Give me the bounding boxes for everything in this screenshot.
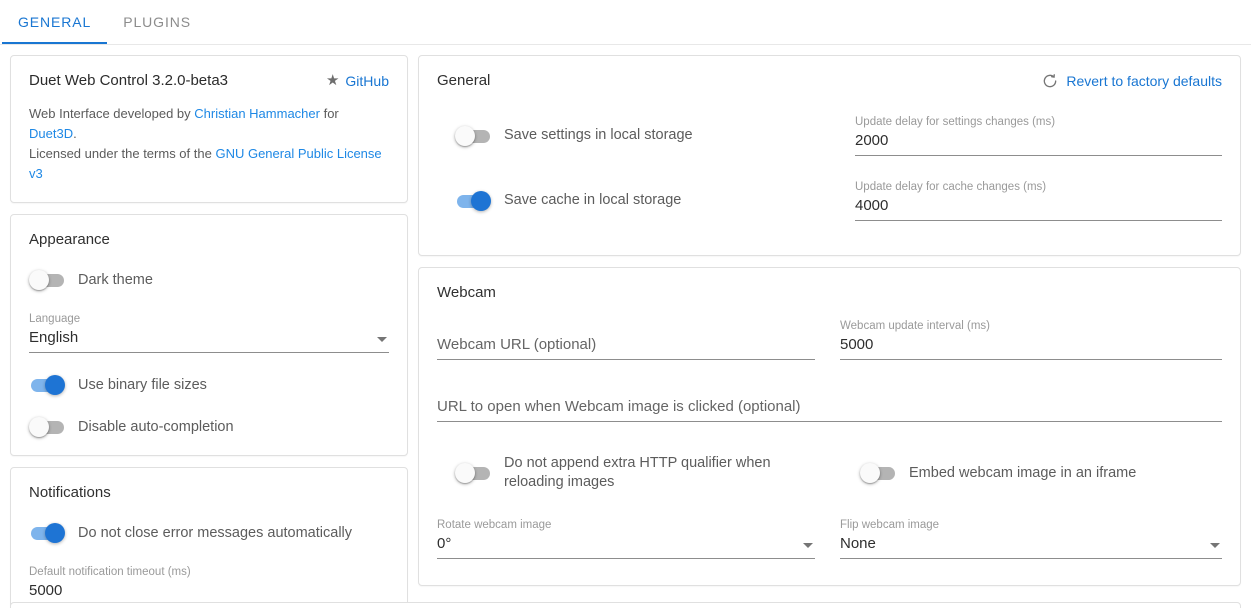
switch-knob [455, 463, 475, 483]
about-line1-suffix: . [73, 126, 77, 141]
settings-delay-field[interactable]: Update delay for settings changes (ms) [855, 115, 1222, 156]
refresh-ccw-icon [1042, 73, 1058, 89]
save-settings-switch[interactable] [455, 125, 491, 146]
github-link-label: GitHub [345, 72, 389, 89]
left-column: Duet Web Control 3.2.0-beta3 ★ GitHub We… [10, 55, 408, 608]
next-card-partial [10, 602, 1241, 608]
rotate-webcam-select[interactable]: Rotate webcam image [437, 518, 815, 559]
tab-plugins[interactable]: PLUGINS [107, 0, 207, 44]
duet3d-link[interactable]: Duet3D [29, 126, 73, 141]
about-header: Duet Web Control 3.2.0-beta3 ★ GitHub [29, 72, 389, 89]
revert-defaults-button[interactable]: Revert to factory defaults [1042, 73, 1222, 89]
flip-webcam-select[interactable]: Flip webcam image [840, 518, 1222, 559]
general-header: General Revert to factory defaults [437, 72, 1222, 89]
switch-knob [29, 417, 49, 437]
binary-sizes-label: Use binary file sizes [78, 376, 207, 393]
switch-knob [471, 190, 491, 211]
star-icon: ★ [325, 72, 340, 89]
general-title: General [437, 72, 491, 89]
christian-hammacher-link[interactable]: Christian Hammacher [194, 106, 320, 121]
about-line2-prefix: Licensed under the terms of the [29, 146, 216, 161]
notifications-title: Notifications [29, 484, 111, 501]
webcam-interval-input[interactable] [840, 336, 1222, 360]
embed-iframe-row[interactable]: Embed webcam image in an iframe [842, 463, 1222, 483]
settings-delay-input[interactable] [855, 132, 1222, 156]
disable-autocomplete-row[interactable]: Disable auto-completion [29, 417, 389, 437]
dark-theme-row[interactable]: Dark theme [29, 270, 389, 290]
rotate-webcam-value[interactable] [437, 535, 815, 559]
tab-bar: GENERAL PLUGINS [0, 0, 1251, 45]
save-cache-label: Save cache in local storage [504, 192, 682, 208]
dark-theme-label: Dark theme [78, 271, 153, 288]
no-http-qualifier-switch[interactable] [455, 463, 491, 483]
webcam-click-url-input[interactable] [437, 398, 1222, 422]
save-settings-row[interactable]: Save settings in local storage [437, 103, 837, 168]
switch-knob [29, 270, 49, 290]
switch-knob [455, 125, 475, 146]
binary-sizes-switch[interactable] [29, 375, 65, 395]
tab-general[interactable]: GENERAL [2, 0, 108, 44]
settings-delay-label: Update delay for settings changes (ms) [855, 116, 1056, 128]
webcam-top-row: Webcam update interval (ms) [437, 319, 1222, 360]
general-grid: Save settings in local storage Update de… [437, 103, 1222, 233]
no-http-qualifier-row[interactable]: Do not append extra HTTP qualifier when … [437, 454, 817, 492]
app-title: Duet Web Control 3.2.0-beta3 [29, 72, 229, 89]
embed-iframe-label: Embed webcam image in an iframe [909, 464, 1137, 481]
webcam-interval-field[interactable]: Webcam update interval (ms) [840, 319, 1222, 360]
webcam-url-field[interactable] [437, 336, 815, 360]
switch-knob [860, 463, 880, 483]
cache-delay-field[interactable]: Update delay for cache changes (ms) [855, 180, 1222, 221]
tab-general-label: GENERAL [18, 14, 92, 30]
about-text: Web Interface developed by Christian Ham… [29, 104, 389, 184]
revert-defaults-label: Revert to factory defaults [1066, 72, 1222, 89]
no-auto-close-label: Do not close error messages automaticall… [78, 524, 353, 541]
appearance-title: Appearance [29, 231, 110, 248]
language-select[interactable]: Language [29, 312, 389, 353]
save-cache-row[interactable]: Save cache in local storage [437, 168, 837, 233]
tab-plugins-label: PLUGINS [123, 14, 191, 30]
no-auto-close-switch[interactable] [29, 523, 65, 543]
notification-timeout-label: Default notification timeout (ms) [29, 566, 191, 578]
about-line1-mid: for [319, 106, 339, 121]
webcam-click-url-field[interactable] [437, 398, 1222, 422]
dark-theme-switch[interactable] [29, 270, 65, 290]
language-value[interactable] [29, 329, 389, 353]
switch-knob [45, 523, 65, 543]
webcam-interval-label: Webcam update interval (ms) [840, 320, 990, 332]
webcam-title: Webcam [437, 284, 496, 301]
no-auto-close-row[interactable]: Do not close error messages automaticall… [29, 523, 389, 543]
save-cache-switch[interactable] [455, 190, 491, 211]
settings-page: Duet Web Control 3.2.0-beta3 ★ GitHub We… [0, 45, 1251, 608]
webcam-url-input[interactable] [437, 336, 815, 360]
flip-webcam-value[interactable] [840, 535, 1222, 559]
binary-sizes-row[interactable]: Use binary file sizes [29, 375, 389, 395]
notification-timeout-field[interactable]: Default notification timeout (ms) [29, 565, 389, 606]
webcam-switch-row: Do not append extra HTTP qualifier when … [437, 454, 1222, 492]
notifications-card: Notifications Do not close error message… [10, 467, 408, 608]
cache-delay-label: Update delay for cache changes (ms) [855, 181, 1047, 193]
embed-iframe-switch[interactable] [860, 463, 896, 483]
about-line1-prefix: Web Interface developed by [29, 106, 195, 121]
webcam-select-row: Rotate webcam image Flip webcam image [437, 518, 1222, 559]
about-card: Duet Web Control 3.2.0-beta3 ★ GitHub We… [10, 55, 408, 203]
disable-autocomplete-label: Disable auto-completion [78, 418, 234, 435]
github-link[interactable]: ★ GitHub [326, 73, 389, 89]
webcam-card: Webcam Webcam update interval (ms) [418, 267, 1241, 586]
no-http-qualifier-label: Do not append extra HTTP qualifier when … [504, 455, 771, 490]
cache-delay-input[interactable] [855, 197, 1222, 221]
appearance-card: Appearance Dark theme Language English U… [10, 214, 408, 456]
rotate-webcam-label: Rotate webcam image [437, 519, 552, 531]
disable-autocomplete-switch[interactable] [29, 417, 65, 437]
right-column: General Revert to factory defaults Save … [418, 55, 1241, 586]
language-label: Language [29, 313, 81, 325]
general-card: General Revert to factory defaults Save … [418, 55, 1241, 256]
save-settings-label: Save settings in local storage [504, 127, 693, 143]
switch-knob [45, 375, 65, 395]
flip-webcam-label: Flip webcam image [840, 519, 940, 531]
